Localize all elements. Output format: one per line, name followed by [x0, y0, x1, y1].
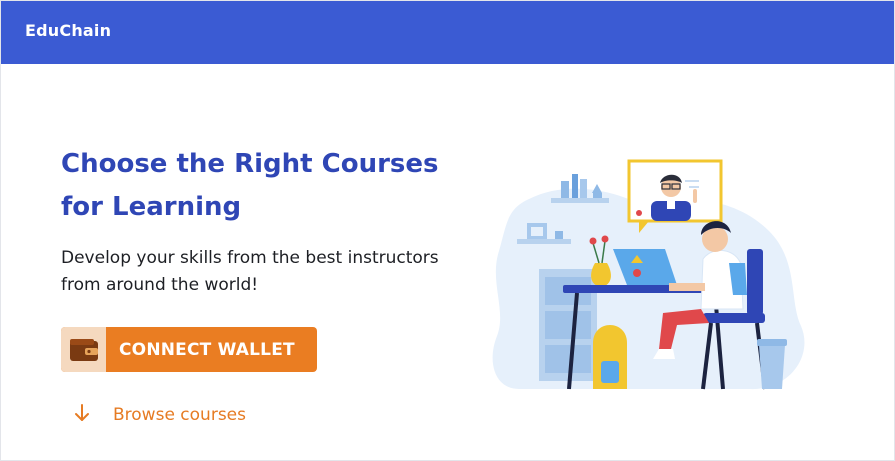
arrow-down-icon [73, 403, 91, 427]
hero-subtitle: Develop your skills from the best instru… [61, 245, 481, 299]
hero-subtitle-line-1: Develop your skills from the best instru… [61, 248, 439, 268]
browse-courses-link[interactable]: Browse courses [73, 403, 246, 427]
browse-courses-label: Browse courses [113, 405, 246, 425]
connect-wallet-button[interactable]: CONNECT WALLET [61, 327, 317, 372]
hero-title-line-2: for Learning [61, 192, 242, 222]
hero-title-line-1: Choose the Right Courses [61, 149, 439, 179]
hero-illustration [489, 151, 819, 405]
hero-title: Choose the Right Courses for Learning [61, 143, 481, 229]
brand-logo[interactable]: EduChain [25, 21, 111, 40]
top-navbar: EduChain [1, 1, 894, 64]
wallet-icon [61, 327, 106, 372]
student-online-learning-illustration [492, 159, 805, 390]
connect-wallet-label: CONNECT WALLET [119, 339, 295, 360]
page: EduChain Choose the Right Courses for Le… [0, 0, 895, 461]
hero-subtitle-line-2: from around the world! [61, 275, 259, 295]
